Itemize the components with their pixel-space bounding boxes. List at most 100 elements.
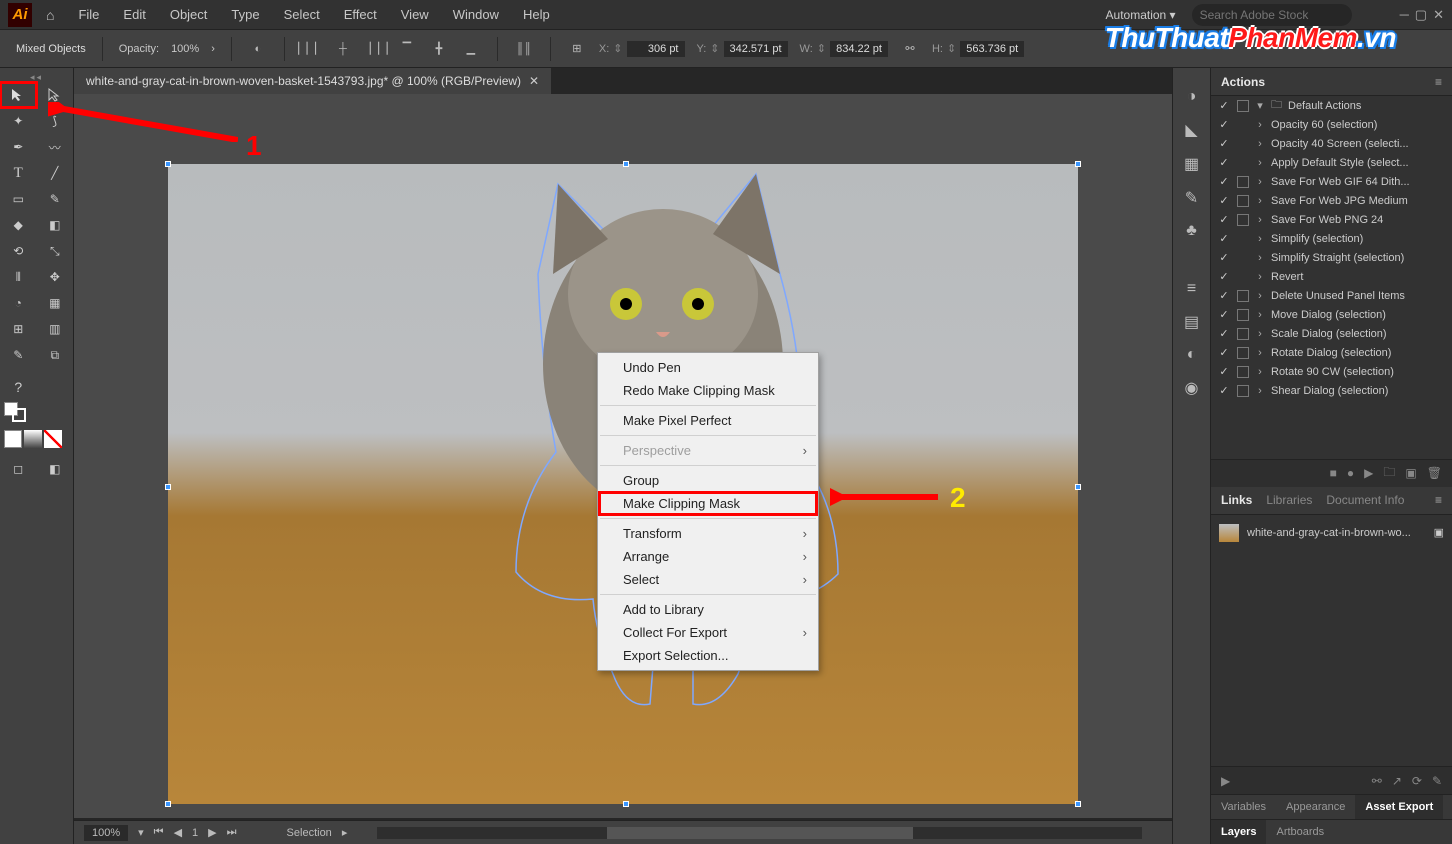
transparency-icon[interactable]: ◐ xyxy=(1187,346,1197,364)
dialog-toggle[interactable] xyxy=(1237,271,1249,283)
action-row[interactable]: ✓›Apply Default Style (select... xyxy=(1211,153,1452,172)
align-bottom-icon[interactable]: ▁ xyxy=(461,39,481,59)
asset-export-tab[interactable]: Asset Export xyxy=(1355,795,1443,819)
selection-tool[interactable] xyxy=(0,82,37,108)
line-tool[interactable]: ╱ xyxy=(37,160,74,186)
check-icon[interactable]: ✓ xyxy=(1217,99,1231,112)
expand-icon[interactable]: › xyxy=(1255,328,1265,340)
shaper-tool[interactable]: ◆ xyxy=(0,212,37,238)
w-value[interactable]: 834.22 pt xyxy=(830,41,888,57)
expand-icon[interactable]: › xyxy=(1255,290,1265,302)
stop-icon[interactable]: ■ xyxy=(1330,466,1337,480)
expand-icon[interactable]: › xyxy=(1255,195,1265,207)
fill-stroke[interactable] xyxy=(0,400,37,426)
context-collect-for-export[interactable]: Collect For Export xyxy=(599,621,817,644)
check-icon[interactable]: ✓ xyxy=(1217,365,1231,378)
dialog-toggle[interactable] xyxy=(1237,366,1249,378)
gradient-mode-icon[interactable] xyxy=(24,430,42,448)
context-redo-make-clipping-mask[interactable]: Redo Make Clipping Mask xyxy=(599,379,817,402)
draw-normal-icon[interactable]: ◻ xyxy=(0,456,37,482)
align-right-icon[interactable]: ▕▕▕ xyxy=(365,39,385,59)
close-tab-icon[interactable]: ✕ xyxy=(529,74,539,88)
check-icon[interactable]: ✓ xyxy=(1217,289,1231,302)
check-icon[interactable]: ✓ xyxy=(1217,232,1231,245)
appearance-icon[interactable]: ◉ xyxy=(1185,378,1199,398)
goto-link-icon[interactable]: ↗ xyxy=(1392,774,1402,788)
minimize-button[interactable]: ─ xyxy=(1400,7,1409,23)
menu-help[interactable]: Help xyxy=(513,3,560,26)
toolbar-grip[interactable]: ◂◂ xyxy=(0,72,73,82)
magic-wand-tool[interactable]: ✦ xyxy=(0,108,37,134)
context-select[interactable]: Select xyxy=(599,568,817,591)
menu-type[interactable]: Type xyxy=(221,3,269,26)
nav-next-icon[interactable]: ▶ xyxy=(208,826,216,839)
dialog-toggle[interactable] xyxy=(1237,328,1249,340)
actions-menu-icon[interactable]: ≡ xyxy=(1435,75,1442,89)
action-row[interactable]: ✓▾🗀Default Actions xyxy=(1211,96,1452,115)
new-set-icon[interactable]: 🗀 xyxy=(1383,463,1395,484)
expand-icon[interactable]: › xyxy=(1255,385,1265,397)
action-row[interactable]: ✓›Rotate 90 CW (selection) xyxy=(1211,362,1452,381)
context-undo-pen[interactable]: Undo Pen xyxy=(599,356,817,379)
action-row[interactable]: ✓›Move Dialog (selection) xyxy=(1211,305,1452,324)
maximize-button[interactable]: ▢ xyxy=(1415,7,1427,23)
pen-tool[interactable]: ✒ xyxy=(0,134,37,160)
rectangle-tool[interactable]: ▭ xyxy=(0,186,37,212)
artboards-tab[interactable]: Artboards xyxy=(1266,820,1334,844)
nav-prev-icon[interactable]: ◀ xyxy=(174,826,182,839)
check-icon[interactable]: ✓ xyxy=(1217,251,1231,264)
transform-anchor-icon[interactable]: ⊞ xyxy=(567,39,587,59)
action-row[interactable]: ✓›Rotate Dialog (selection) xyxy=(1211,343,1452,362)
curvature-tool[interactable]: 〰 xyxy=(37,134,74,160)
link-wh-icon[interactable]: ⚯ xyxy=(900,39,920,59)
zoom-level[interactable]: 100% xyxy=(84,825,128,841)
free-transform-tool[interactable]: ✥ xyxy=(37,264,74,290)
workspace-switcher[interactable]: Automation ▾ xyxy=(1098,4,1184,26)
status-dropdown-icon[interactable]: ▸ xyxy=(342,826,348,839)
gradient-panel-icon[interactable]: ▤ xyxy=(1184,312,1199,332)
h-stepper-icon[interactable]: ⇕ xyxy=(947,42,956,55)
links-menu-icon[interactable]: ≡ xyxy=(1435,493,1442,507)
align-top-icon[interactable]: ▔ xyxy=(397,39,417,59)
symbols-icon[interactable]: ♣ xyxy=(1186,222,1197,240)
relink-icon[interactable]: ⚯ xyxy=(1372,774,1382,788)
context-make-clipping-mask[interactable]: Make Clipping Mask xyxy=(599,492,817,515)
hscrollbar[interactable] xyxy=(377,827,1142,839)
link-item[interactable]: white-and-gray-cat-in-brown-wo... ▣ xyxy=(1219,521,1444,545)
check-icon[interactable]: ✓ xyxy=(1217,308,1231,321)
context-add-to-library[interactable]: Add to Library xyxy=(599,598,817,621)
check-icon[interactable]: ✓ xyxy=(1217,175,1231,188)
type-tool[interactable]: T xyxy=(0,160,37,186)
distribute-icon[interactable]: ║║ xyxy=(514,39,534,59)
stroke-icon[interactable]: ≡ xyxy=(1187,280,1196,298)
check-icon[interactable]: ✓ xyxy=(1217,213,1231,226)
action-row[interactable]: ✓›Save For Web GIF 64 Dith... xyxy=(1211,172,1452,191)
dialog-toggle[interactable] xyxy=(1237,138,1249,150)
check-icon[interactable]: ✓ xyxy=(1217,327,1231,340)
width-tool[interactable]: ⫴ xyxy=(0,264,37,290)
context-transform[interactable]: Transform xyxy=(599,522,817,545)
check-icon[interactable]: ✓ xyxy=(1217,384,1231,397)
dialog-toggle[interactable] xyxy=(1237,157,1249,169)
context-export-selection-[interactable]: Export Selection... xyxy=(599,644,817,667)
libraries-tab[interactable]: Libraries xyxy=(1266,487,1312,513)
check-icon[interactable]: ✓ xyxy=(1217,346,1231,359)
trash-icon[interactable]: 🗑 xyxy=(1427,466,1442,480)
context-group[interactable]: Group xyxy=(599,469,817,492)
variables-tab[interactable]: Variables xyxy=(1211,795,1276,819)
expand-icon[interactable]: › xyxy=(1255,252,1265,264)
shape-builder-tool[interactable]: ◔ xyxy=(0,290,37,316)
links-tab[interactable]: Links xyxy=(1221,487,1252,513)
dialog-toggle[interactable] xyxy=(1237,309,1249,321)
action-row[interactable]: ✓›Simplify Straight (selection) xyxy=(1211,248,1452,267)
x-value[interactable]: 306 pt xyxy=(627,41,685,57)
action-row[interactable]: ✓›Opacity 40 Screen (selecti... xyxy=(1211,134,1452,153)
expand-icon[interactable]: › xyxy=(1255,233,1265,245)
properties-icon[interactable]: ◑ xyxy=(1187,88,1197,106)
check-icon[interactable]: ✓ xyxy=(1217,118,1231,131)
expand-icon[interactable]: › xyxy=(1255,271,1265,283)
align-vcenter-icon[interactable]: ╋ xyxy=(429,39,449,59)
artboard-number[interactable]: 1 xyxy=(192,827,198,839)
update-link-icon[interactable]: ⟳ xyxy=(1412,774,1422,788)
expand-icon[interactable]: › xyxy=(1255,347,1265,359)
